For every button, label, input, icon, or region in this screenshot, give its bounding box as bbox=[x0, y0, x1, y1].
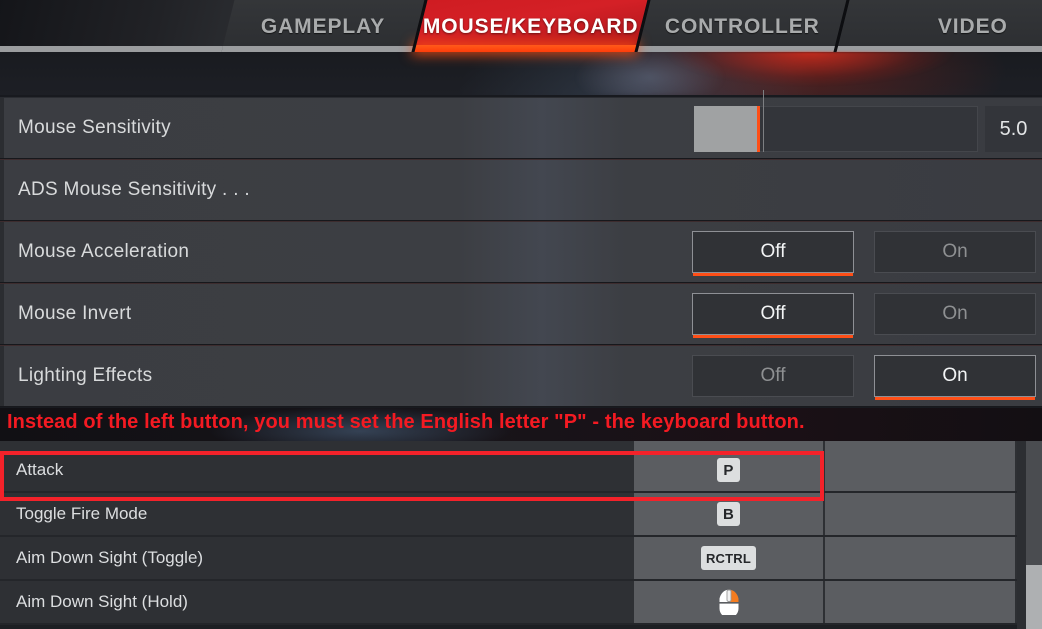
tab-bar: GAMEPLAY MOUSE/KEYBOARD CONTROLLER VIDEO bbox=[0, 0, 1042, 52]
keybind-label: Attack bbox=[16, 460, 64, 479]
keybind-label: Aim Down Sight (Hold) bbox=[16, 592, 188, 611]
keybind-secondary-cell[interactable] bbox=[825, 581, 1015, 623]
toggle-on-button[interactable]: On bbox=[874, 293, 1036, 335]
slider-tick-line bbox=[763, 90, 764, 152]
mouse-acceleration-toggle-group: Off On bbox=[692, 231, 1036, 276]
keybind-primary-cell[interactable]: B bbox=[634, 493, 823, 535]
toggle-off-button[interactable]: Off bbox=[692, 355, 854, 397]
mouse-sensitivity-slider[interactable] bbox=[694, 106, 978, 152]
toggle-off-button[interactable]: Off bbox=[692, 293, 854, 338]
mouse-invert-toggle-group: Off On bbox=[692, 293, 1036, 338]
annotation-text: Instead of the left button, you must set… bbox=[7, 411, 805, 433]
active-tab-glow bbox=[640, 52, 980, 95]
keybind-secondary-cell[interactable] bbox=[825, 449, 1015, 491]
setting-row-ads-mouse-sensitivity[interactable]: ADS Mouse Sensitivity . . . bbox=[0, 159, 1042, 221]
setting-row-lighting-effects[interactable]: Lighting Effects Off On bbox=[0, 345, 1042, 407]
keybind-label-cell: Attack bbox=[0, 449, 634, 491]
keybind-label-cell: Aim Down Sight (Hold) bbox=[0, 581, 634, 623]
slider-track[interactable] bbox=[760, 106, 978, 152]
keybind-row-toggle-fire-mode[interactable]: Toggle Fire Mode B bbox=[0, 493, 1026, 537]
keybind-label-cell: Toggle Fire Mode bbox=[0, 493, 634, 535]
setting-label: Mouse Acceleration bbox=[18, 241, 190, 262]
keybind-primary-cell[interactable] bbox=[634, 581, 823, 623]
tab-video[interactable]: VIDEO bbox=[836, 0, 1042, 52]
tab-controller-label: CONTROLLER bbox=[664, 14, 820, 38]
tab-video-label: VIDEO bbox=[937, 14, 1008, 38]
keybind-row-aim-down-sight-toggle[interactable]: Aim Down Sight (Toggle) RCTRL bbox=[0, 537, 1026, 581]
keybind-row-attack[interactable]: Attack P bbox=[0, 449, 1026, 493]
keycap-b[interactable]: B bbox=[717, 502, 740, 526]
toggle-on-button[interactable]: On bbox=[874, 231, 1036, 273]
keybind-primary-cell[interactable]: P bbox=[634, 449, 823, 491]
slider-fill bbox=[694, 106, 760, 152]
header-blue-glow bbox=[520, 50, 780, 95]
keybind-row-partial-top bbox=[0, 441, 1026, 449]
annotation-band: Instead of the left button, you must set… bbox=[0, 408, 1042, 441]
tab-gameplay-label: GAMEPLAY bbox=[260, 14, 386, 38]
keybind-primary-cell[interactable]: RCTRL bbox=[634, 537, 823, 579]
mouse-right-button-icon[interactable] bbox=[718, 589, 740, 615]
tab-controller[interactable]: CONTROLLER bbox=[637, 0, 847, 52]
keybind-label: Toggle Fire Mode bbox=[16, 504, 148, 523]
toggle-on-button[interactable]: On bbox=[874, 355, 1036, 400]
scrollbar-thumb[interactable] bbox=[1026, 565, 1042, 629]
setting-row-mouse-acceleration[interactable]: Mouse Acceleration Off On bbox=[0, 221, 1042, 283]
tab-filler-left bbox=[0, 0, 255, 52]
label-cell bbox=[0, 441, 634, 449]
keycap-p[interactable]: P bbox=[717, 458, 740, 482]
settings-header: GAMEPLAY MOUSE/KEYBOARD CONTROLLER VIDEO bbox=[0, 0, 1042, 95]
keybind-label-cell: Aim Down Sight (Toggle) bbox=[0, 537, 634, 579]
mouse-sensitivity-value: 5.0 bbox=[985, 106, 1042, 152]
setting-label: Lighting Effects bbox=[18, 365, 153, 386]
keybind-table: Attack P Toggle Fire Mode B Aim Down Sig… bbox=[0, 441, 1042, 629]
toggle-off-button[interactable]: Off bbox=[692, 231, 854, 276]
keybind-row-aim-down-sight-hold[interactable]: Aim Down Sight (Hold) bbox=[0, 581, 1026, 625]
keybind-scrollbar[interactable] bbox=[1026, 441, 1042, 629]
setting-row-mouse-invert[interactable]: Mouse Invert Off On bbox=[0, 283, 1042, 345]
keybind-secondary-cell[interactable] bbox=[825, 537, 1015, 579]
keycap-rctrl[interactable]: RCTRL bbox=[700, 546, 757, 570]
setting-label: Mouse Invert bbox=[18, 303, 132, 324]
game-settings-screen: GAMEPLAY MOUSE/KEYBOARD CONTROLLER VIDEO… bbox=[0, 0, 1042, 629]
tab-gameplay[interactable]: GAMEPLAY bbox=[221, 0, 425, 52]
setting-label: Mouse Sensitivity bbox=[18, 117, 171, 138]
keybind-scroll-rail bbox=[1017, 441, 1026, 629]
tab-mouse-keyboard[interactable]: MOUSE/KEYBOARD bbox=[414, 0, 648, 52]
lighting-effects-toggle-group: Off On bbox=[692, 355, 1036, 400]
setting-label: ADS Mouse Sensitivity . . . bbox=[18, 179, 250, 200]
tab-mouse-keyboard-label: MOUSE/KEYBOARD bbox=[423, 14, 639, 38]
keybind-secondary-cell[interactable] bbox=[825, 493, 1015, 535]
secondary-bind-cell bbox=[825, 441, 1015, 449]
primary-bind-cell bbox=[634, 441, 823, 449]
keybind-label: Aim Down Sight (Toggle) bbox=[16, 548, 204, 567]
settings-list: Mouse Sensitivity 5.0 ADS Mouse Sensitiv… bbox=[0, 90, 1042, 407]
setting-row-mouse-sensitivity[interactable]: Mouse Sensitivity 5.0 bbox=[0, 90, 1042, 159]
